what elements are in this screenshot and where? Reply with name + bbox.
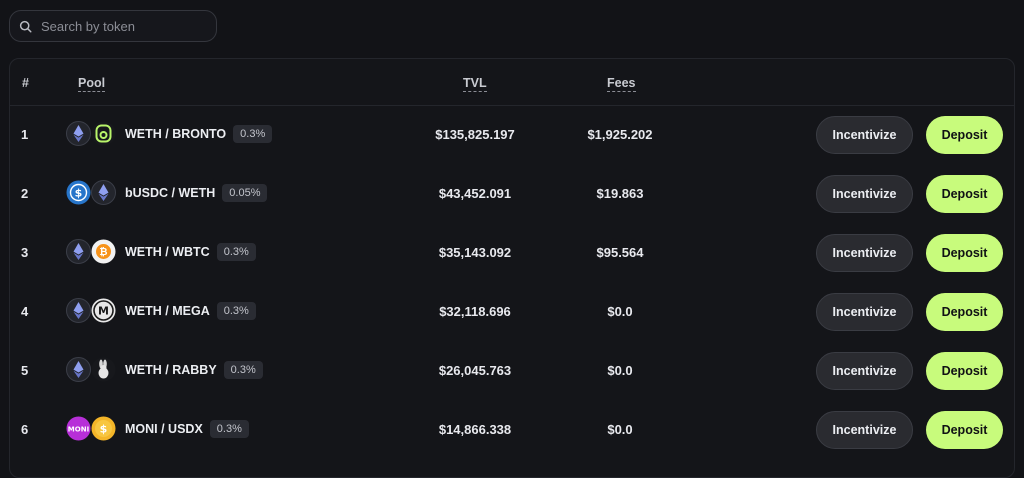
header-pool[interactable]: Pool: [78, 76, 106, 92]
header-tvl[interactable]: TVL: [463, 76, 487, 92]
tvl-value: $14,866.338: [438, 422, 512, 437]
svg-text:M: M: [98, 305, 109, 318]
fees-value: $1,925.202: [587, 127, 653, 142]
token-pair-icons: [66, 357, 118, 384]
bronto-icon: [91, 121, 116, 146]
fees-value: $95.564: [596, 245, 644, 260]
incentivize-button[interactable]: Incentivize: [816, 175, 913, 213]
pool-pair: WETH / RABBY 0.3%: [125, 341, 263, 400]
table-row[interactable]: 3 ₿ WETH / WBTC 0.3% $35,143.092 $95.564 …: [10, 223, 1014, 282]
search-box[interactable]: [9, 10, 217, 42]
deposit-button[interactable]: Deposit: [926, 116, 1003, 154]
pool-pair: MONI / USDX 0.3%: [125, 400, 249, 459]
svg-text:MONI: MONI: [68, 426, 89, 434]
fees-value: $0.0: [607, 304, 633, 319]
usdx-icon: $: [91, 416, 116, 441]
svg-text:₿: ₿: [99, 246, 107, 258]
mega-icon: M: [91, 298, 116, 323]
pool-name: bUSDC / WETH: [125, 186, 216, 200]
table-row[interactable]: 2 $ bUSDC / WETH 0.05% $43,452.091 $19.86…: [10, 164, 1014, 223]
token-pair-icons: M: [66, 298, 118, 325]
search-icon: [19, 20, 32, 33]
pools-table: # Pool TVL Fees 1 WETH / BRONTO 0.3% $135…: [9, 58, 1015, 478]
moni-icon: MONI: [66, 416, 91, 441]
incentivize-button[interactable]: Incentivize: [816, 116, 913, 154]
tvl-value: $32,118.696: [439, 304, 511, 319]
header-rank: #: [22, 76, 29, 90]
fee-tier-badge: 0.3%: [216, 301, 256, 320]
tvl-value: $26,045.763: [438, 363, 512, 378]
fees-value: $19.863: [596, 186, 644, 201]
incentivize-button[interactable]: Incentivize: [816, 293, 913, 331]
token-pair-icons: MONI $: [66, 416, 118, 443]
table-row[interactable]: 6 MONI $ MONI / USDX 0.3% $14,866.338 $0.…: [10, 400, 1014, 459]
row-rank: 6: [21, 422, 29, 437]
fee-tier-badge: 0.3%: [223, 360, 263, 379]
tvl-value: $35,143.092: [438, 245, 512, 260]
row-rank: 2: [21, 186, 29, 201]
deposit-button[interactable]: Deposit: [926, 234, 1003, 272]
table-row[interactable]: 1 WETH / BRONTO 0.3% $135,825.197 $1,925.…: [10, 105, 1014, 164]
row-rank: 4: [21, 304, 29, 319]
rabby-icon: [91, 357, 116, 382]
eth-icon: [66, 121, 91, 146]
eth-icon: [66, 298, 91, 323]
pool-pair: WETH / BRONTO 0.3%: [125, 105, 273, 164]
svg-text:$: $: [75, 187, 83, 200]
eth-icon: [66, 357, 91, 382]
fee-tier-badge: 0.3%: [233, 124, 273, 143]
header-fees[interactable]: Fees: [607, 76, 636, 92]
row-rank: 3: [21, 245, 29, 260]
row-rank: 1: [21, 127, 29, 142]
incentivize-button[interactable]: Incentivize: [816, 234, 913, 272]
pool-pair: WETH / MEGA 0.3%: [125, 282, 256, 341]
pool-name: MONI / USDX: [125, 422, 203, 436]
search-input[interactable]: [41, 18, 201, 34]
token-pair-icons: ₿: [66, 239, 118, 266]
deposit-button[interactable]: Deposit: [926, 293, 1003, 331]
eth-icon: [66, 239, 91, 264]
pool-name: WETH / BRONTO: [125, 127, 227, 141]
token-pair-icons: $: [66, 180, 118, 207]
tvl-value: $43,452.091: [438, 186, 512, 201]
pool-name: WETH / MEGA: [125, 304, 210, 318]
row-rank: 5: [21, 363, 29, 378]
fee-tier-badge: 0.3%: [209, 419, 249, 438]
fees-value: $0.0: [607, 363, 633, 378]
fees-value: $0.0: [607, 422, 633, 437]
pool-pair: WETH / WBTC 0.3%: [125, 223, 256, 282]
pool-name: WETH / RABBY: [125, 363, 217, 377]
table-row[interactable]: 4 M WETH / MEGA 0.3% $32,118.696 $0.0 Inc…: [10, 282, 1014, 341]
eth-icon: [91, 180, 116, 205]
pool-pair: bUSDC / WETH 0.05%: [125, 164, 268, 223]
tvl-value: $135,825.197: [435, 127, 515, 142]
deposit-button[interactable]: Deposit: [926, 352, 1003, 390]
pool-name: WETH / WBTC: [125, 245, 210, 259]
deposit-button[interactable]: Deposit: [926, 411, 1003, 449]
incentivize-button[interactable]: Incentivize: [816, 411, 913, 449]
usdc-icon: $: [66, 180, 91, 205]
btc-icon: ₿: [91, 239, 116, 264]
table-header: # Pool TVL Fees: [10, 59, 1014, 106]
fee-tier-badge: 0.3%: [216, 242, 256, 261]
svg-text:$: $: [100, 423, 108, 436]
table-row[interactable]: 5 WETH / RABBY 0.3% $26,045.763 $0.0 Ince…: [10, 341, 1014, 400]
fee-tier-badge: 0.05%: [222, 183, 268, 202]
incentivize-button[interactable]: Incentivize: [816, 352, 913, 390]
token-pair-icons: [66, 121, 118, 148]
deposit-button[interactable]: Deposit: [926, 175, 1003, 213]
